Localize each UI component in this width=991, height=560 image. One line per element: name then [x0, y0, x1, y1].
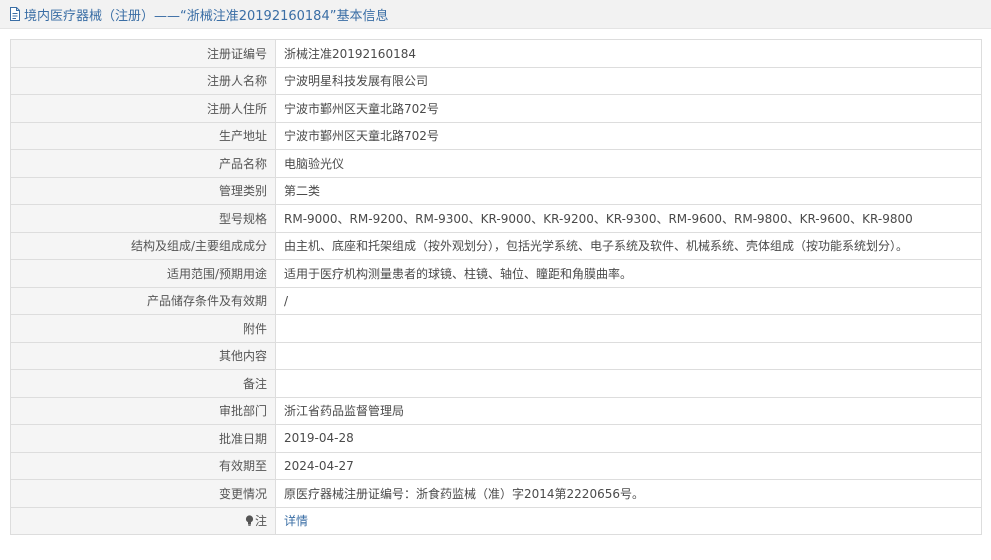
- field-value: 宁波明星科技发展有限公司: [275, 66, 982, 95]
- field-label: 适用范围/预期用途: [10, 259, 276, 288]
- field-label: 其他内容: [10, 341, 276, 370]
- field-label: 审批部门: [10, 396, 276, 425]
- field-value: RM-9000、RM-9200、RM-9300、KR-9000、KR-9200、…: [275, 204, 982, 233]
- note-label-cell: 注: [10, 506, 276, 535]
- field-value: 2024-04-27: [275, 451, 982, 480]
- table-row: 结构及组成/主要组成成分 由主机、底座和托架组成（按外观划分），包括光学系统、电子…: [10, 231, 982, 260]
- field-value: 适用于医疗机构测量患者的球镜、柱镜、轴位、瞳距和角膜曲率。: [275, 259, 982, 288]
- page-title: 境内医疗器械（注册）——“浙械注准20192160184”基本信息: [24, 8, 389, 24]
- table-row: 注册人住所 宁波市鄞州区天童北路702号: [10, 94, 982, 123]
- table-row: 其他内容: [10, 341, 982, 370]
- table-row: 批准日期 2019-04-28: [10, 424, 982, 453]
- table-row: 注 详情: [10, 506, 982, 535]
- table-row: 变更情况 原医疗器械注册证编号：浙食药监械（准）字2014第2220656号。: [10, 479, 982, 508]
- table-row: 型号规格 RM-9000、RM-9200、RM-9300、KR-9000、KR-9…: [10, 204, 982, 233]
- field-label: 产品名称: [10, 149, 276, 178]
- field-label: 管理类别: [10, 176, 276, 205]
- table-row: 注册证编号 浙械注准20192160184: [10, 39, 982, 68]
- field-label: 变更情况: [10, 479, 276, 508]
- field-label: 结构及组成/主要组成成分: [10, 231, 276, 260]
- field-label: 注册人住所: [10, 94, 276, 123]
- field-label: 注册人名称: [10, 66, 276, 95]
- field-label: 注册证编号: [10, 39, 276, 68]
- field-value: 第二类: [275, 176, 982, 205]
- table-row: 审批部门 浙江省药品监督管理局: [10, 396, 982, 425]
- field-label: 批准日期: [10, 424, 276, 453]
- table-row: 产品名称 电脑验光仪: [10, 149, 982, 178]
- field-label: 生产地址: [10, 121, 276, 150]
- field-label: 型号规格: [10, 204, 276, 233]
- registration-detail-table: 注册证编号 浙械注准20192160184 注册人名称 宁波明星科技发展有限公司 注册人…: [10, 39, 982, 535]
- field-label: 备注: [10, 369, 276, 398]
- page-header: 境内医疗器械（注册）——“浙械注准20192160184”基本信息: [0, 0, 991, 29]
- table-row: 管理类别 第二类: [10, 176, 982, 205]
- lightbulb-icon: [245, 515, 254, 527]
- table-row: 产品储存条件及有效期 /: [10, 286, 982, 315]
- field-value: 宁波市鄞州区天童北路702号: [275, 94, 982, 123]
- field-value: 宁波市鄞州区天童北路702号: [275, 121, 982, 150]
- table-row: 适用范围/预期用途 适用于医疗机构测量患者的球镜、柱镜、轴位、瞳距和角膜曲率。: [10, 259, 982, 288]
- field-value: 2019-04-28: [275, 424, 982, 453]
- field-label: 产品储存条件及有效期: [10, 286, 276, 315]
- field-value: 电脑验光仪: [275, 149, 982, 178]
- note-label: 注: [254, 514, 267, 529]
- table-row: 备注: [10, 369, 982, 398]
- field-value: 原医疗器械注册证编号：浙食药监械（准）字2014第2220656号。: [275, 479, 982, 508]
- field-value: 浙江省药品监督管理局: [275, 396, 982, 425]
- field-value: [275, 314, 982, 343]
- details-link[interactable]: 详情: [284, 514, 308, 528]
- table-row: 有效期至 2024-04-27: [10, 451, 982, 480]
- field-value: 浙械注准20192160184: [275, 39, 982, 68]
- document-icon: [9, 7, 21, 21]
- table-row: 附件: [10, 314, 982, 343]
- field-value: [275, 341, 982, 370]
- field-value: /: [275, 286, 982, 315]
- field-value: 由主机、底座和托架组成（按外观划分），包括光学系统、电子系统及软件、机械系统、壳…: [275, 231, 982, 260]
- table-row: 注册人名称 宁波明星科技发展有限公司: [10, 66, 982, 95]
- field-value: [275, 369, 982, 398]
- table-row: 生产地址 宁波市鄞州区天童北路702号: [10, 121, 982, 150]
- field-label: 有效期至: [10, 451, 276, 480]
- field-label: 附件: [10, 314, 276, 343]
- note-value-cell: 详情: [275, 506, 982, 535]
